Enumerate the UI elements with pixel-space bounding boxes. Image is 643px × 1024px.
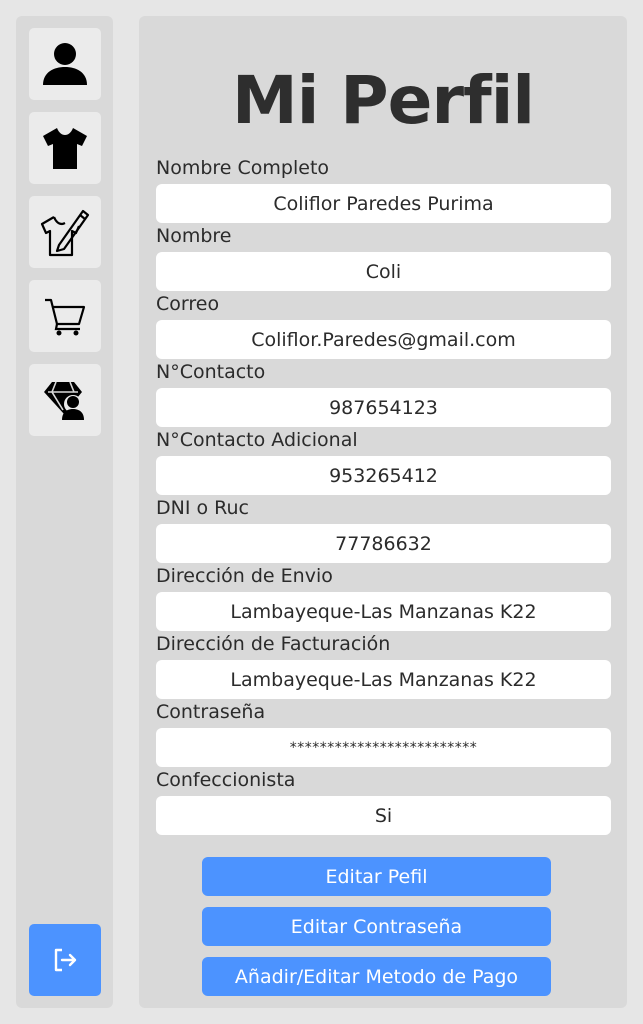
shipping-address-label: Dirección de Envio bbox=[156, 565, 333, 587]
sidebar-item-design[interactable] bbox=[29, 196, 101, 268]
password-field[interactable]: ************************* bbox=[156, 728, 611, 767]
password-label: Contraseña bbox=[156, 701, 266, 723]
billing-address-label: Dirección de Facturación bbox=[156, 633, 391, 655]
tailor-field[interactable]: Si bbox=[156, 796, 611, 835]
logout-icon bbox=[54, 948, 77, 972]
sidebar-item-profile[interactable] bbox=[29, 28, 101, 100]
name-label: Nombre bbox=[156, 225, 232, 247]
logout-button[interactable] bbox=[29, 924, 101, 996]
full-name-field[interactable]: Coliflor Paredes Purima bbox=[156, 184, 611, 223]
edit-profile-button[interactable]: Editar Pefil bbox=[202, 857, 551, 896]
contact-label: N°Contacto bbox=[156, 361, 266, 383]
cart-icon bbox=[45, 298, 86, 336]
dni-ruc-field[interactable]: 77786632 bbox=[156, 524, 611, 563]
contact-field[interactable]: 987654123 bbox=[156, 388, 611, 427]
payment-method-button[interactable]: Añadir/Editar Metodo de Pago bbox=[202, 957, 551, 996]
user-icon bbox=[43, 43, 87, 85]
page-title: Mi Perfil bbox=[232, 62, 535, 139]
full-name-label: Nombre Completo bbox=[156, 157, 330, 179]
tailor-label: Confeccionista bbox=[156, 769, 296, 791]
sidebar-item-products[interactable] bbox=[29, 112, 101, 184]
edit-password-button[interactable]: Editar Contraseña bbox=[202, 907, 551, 946]
name-field[interactable]: Coli bbox=[156, 252, 611, 291]
tshirt-design-icon bbox=[40, 209, 90, 257]
tshirt-icon bbox=[43, 128, 87, 169]
sidebar-item-cart[interactable] bbox=[29, 280, 101, 352]
billing-address-field[interactable]: Lambayeque-Las Manzanas K22 bbox=[156, 660, 611, 699]
email-label: Correo bbox=[156, 293, 220, 315]
additional-contact-field[interactable]: 953265412 bbox=[156, 456, 611, 495]
shipping-address-field[interactable]: Lambayeque-Las Manzanas K22 bbox=[156, 592, 611, 631]
sidebar-item-premium[interactable] bbox=[29, 364, 101, 436]
additional-contact-label: N°Contacto Adicional bbox=[156, 429, 358, 451]
email-field[interactable]: Coliflor.Paredes@gmail.com bbox=[156, 320, 611, 359]
dni-ruc-label: DNI o Ruc bbox=[156, 497, 249, 519]
diamond-user-icon bbox=[44, 381, 84, 420]
sidebar bbox=[16, 16, 113, 1008]
profile-panel: Mi Perfil Nombre Completo Coliflor Pared… bbox=[139, 16, 627, 1008]
